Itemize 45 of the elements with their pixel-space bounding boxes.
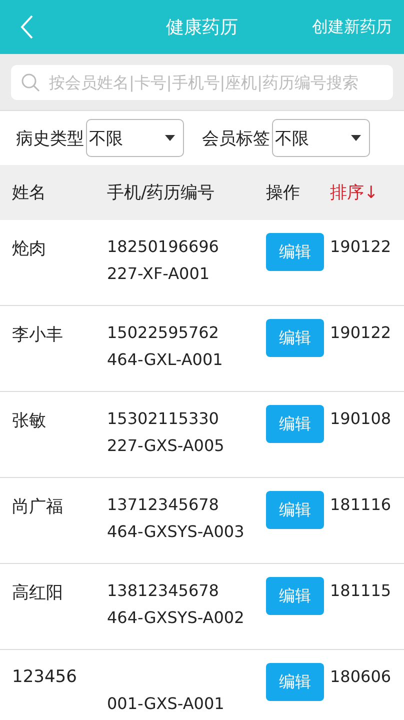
- name-cell-text: 尚广福: [11, 496, 64, 518]
- record-number: 464-GXL-A001: [107, 350, 224, 369]
- phone-number: 13812345678: [107, 581, 220, 600]
- back-icon: [20, 14, 34, 40]
- record-number: 464-GXSYS-A003: [107, 522, 246, 541]
- sort-value: 190108: [330, 409, 392, 428]
- column-header: 姓名: [11, 182, 47, 204]
- phone-number: 18250196696: [107, 237, 220, 256]
- record-number: 001-GXS-A001: [107, 694, 226, 713]
- search-field[interactable]: 按会员姓名|卡号|手机号|座机|药历编号搜索: [11, 65, 393, 100]
- search-icon: [21, 72, 41, 92]
- filter-dropdown[interactable]: 不限: [86, 119, 184, 157]
- sort-value: 190122: [330, 237, 392, 256]
- record-number: 227-XF-A001: [107, 264, 211, 283]
- sort-value: 190122: [330, 323, 392, 342]
- create-record-button[interactable]: 创建新药历: [312, 16, 392, 38]
- record-number: 227-GXS-A005: [107, 436, 226, 455]
- sort-button[interactable]: 排序↓: [330, 181, 378, 204]
- edit-button[interactable]: 编辑: [266, 663, 324, 701]
- filter-dropdown[interactable]: 不限: [272, 119, 370, 157]
- edit-button[interactable]: 编辑: [266, 233, 324, 271]
- sort-value: 180606: [330, 667, 392, 686]
- filter-label: 病史类型: [16, 128, 84, 150]
- phone-number: 13712345678: [107, 495, 220, 514]
- sort-value: 181116: [330, 495, 392, 514]
- name-cell-text: 炝肉: [11, 238, 47, 260]
- page-title: 健康药历: [166, 16, 238, 39]
- sort-value: 181115: [330, 581, 392, 600]
- edit-button[interactable]: 编辑: [266, 319, 324, 357]
- name-cell-text: 张敏: [11, 410, 47, 432]
- column-header: 操作: [266, 182, 301, 204]
- name-cell-text: 123456: [11, 667, 78, 687]
- edit-button[interactable]: 编辑: [266, 491, 324, 529]
- filter-label: 会员标签: [202, 128, 270, 150]
- dropdown-caret-icon: [351, 135, 361, 141]
- dropdown-caret-icon: [165, 135, 175, 141]
- back-button[interactable]: [20, 14, 34, 40]
- edit-button[interactable]: 编辑: [266, 577, 324, 615]
- phone-number: 15302115330: [107, 409, 220, 428]
- column-header: 手机/药历编号: [107, 182, 216, 204]
- edit-button[interactable]: 编辑: [266, 405, 324, 443]
- name-cell-text: 李小丰: [11, 324, 64, 346]
- name-cell-text: 高红阳: [11, 582, 64, 604]
- record-number: 464-GXSYS-A002: [107, 608, 246, 627]
- phone-number: 15022595762: [107, 323, 220, 342]
